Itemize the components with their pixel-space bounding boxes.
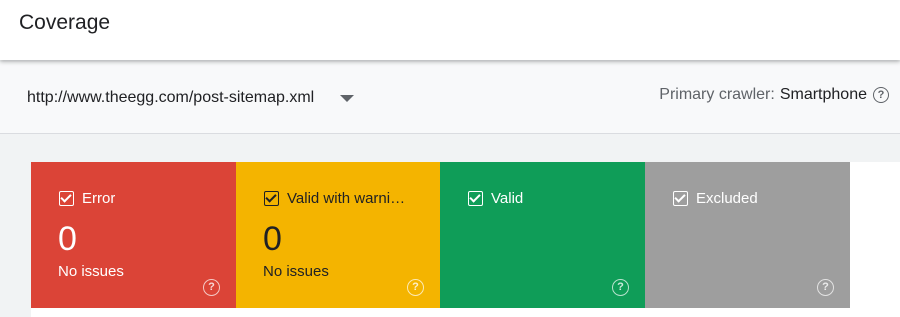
excluded-card[interactable]: Excluded ? [645, 162, 850, 308]
valid-card-header: Valid [468, 190, 523, 207]
excluded-label: Excluded [696, 190, 758, 207]
warning-count: 0 [263, 220, 282, 258]
help-icon[interactable]: ? [873, 87, 889, 103]
valid-label: Valid [491, 190, 524, 207]
status-cards: Error 0 No issues ? Valid with warnings … [31, 162, 850, 308]
coverage-summary-panel: Error 0 No issues ? Valid with warnings … [31, 162, 900, 317]
app-header: Coverage [0, 0, 900, 60]
error-card[interactable]: Error 0 No issues ? [31, 162, 236, 308]
help-icon[interactable]: ? [612, 279, 629, 296]
checkbox-checked-icon[interactable] [468, 191, 483, 206]
warning-status: No issues [263, 263, 329, 280]
help-icon[interactable]: ? [817, 279, 834, 296]
error-status: No issues [58, 263, 124, 280]
excluded-card-header: Excluded [673, 190, 758, 207]
valid-with-warnings-card[interactable]: Valid with warnings 0 No issues ? [236, 162, 440, 308]
help-icon[interactable]: ? [407, 279, 424, 296]
chevron-down-icon[interactable] [340, 94, 355, 102]
help-icon[interactable]: ? [203, 279, 220, 296]
warning-label: Valid with warnings [287, 190, 411, 207]
crawler-label: Primary crawler: [659, 86, 775, 103]
page-title: Coverage [19, 11, 111, 34]
primary-crawler-info: Primary crawler: Smartphone ? [659, 86, 889, 104]
checkbox-checked-icon[interactable] [673, 191, 688, 206]
error-card-header: Error [59, 190, 115, 207]
valid-card[interactable]: Valid ? [440, 162, 645, 308]
warning-card-header: Valid with warnings [264, 190, 411, 207]
toolbar: http://www.theegg.com/post-sitemap.xml P… [0, 62, 900, 134]
error-count: 0 [58, 220, 77, 258]
main-content: Error 0 No issues ? Valid with warnings … [0, 134, 900, 317]
sitemap-value: http://www.theegg.com/post-sitemap.xml [27, 89, 315, 106]
checkbox-checked-icon[interactable] [59, 191, 74, 206]
error-label: Error [82, 190, 116, 207]
checkbox-checked-icon[interactable] [264, 191, 279, 206]
sitemap-dropdown[interactable]: http://www.theegg.com/post-sitemap.xml [27, 86, 355, 110]
crawler-value: Smartphone [779, 86, 867, 103]
